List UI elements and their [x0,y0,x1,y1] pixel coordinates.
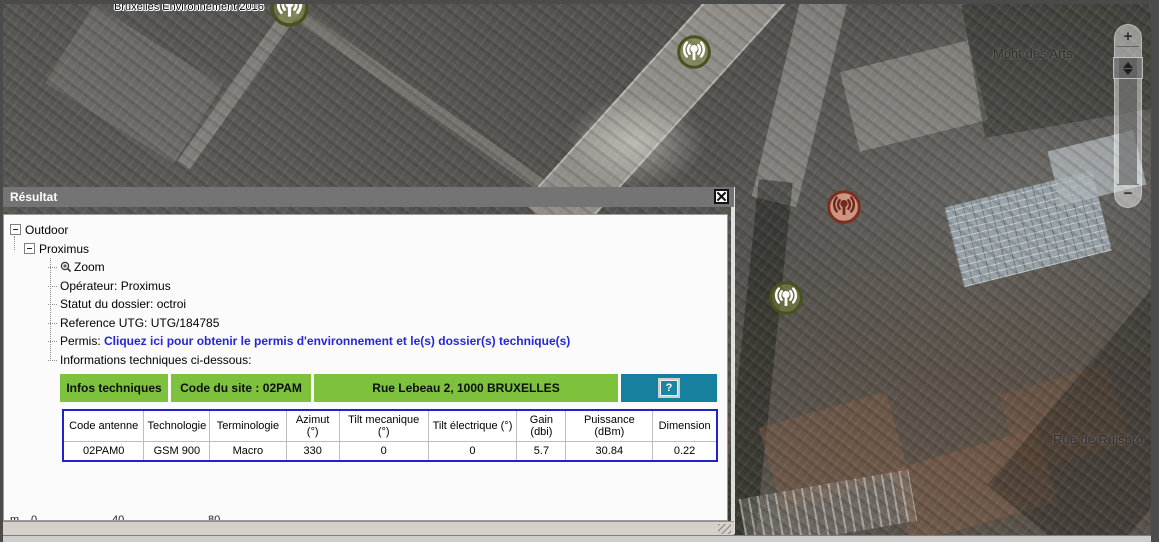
dialog-title: Résultat [10,190,57,204]
collapse-minus-icon[interactable] [24,243,35,254]
antenna-icon [269,0,310,28]
scale-tick: 0 [31,513,37,520]
table-row: 02PAM0 GSM 900 Macro 330 0 0 5.7 30.84 0… [63,442,717,462]
tree-item-operator: Opérateur: Proximus [4,277,727,296]
map-patch [890,429,1057,542]
cell-dimension: 0.22 [653,442,717,462]
dialog-titlebar[interactable]: Résultat [3,187,734,207]
cell-code-antenne: 02PAM0 [63,442,144,462]
permit-label: Permis: [60,334,101,348]
close-icon [716,191,727,202]
table-header-row: Code antenne Technologie Terminologie Az… [63,410,717,442]
cell-azimut: 330 [286,442,339,462]
column-header: Technologie [144,410,210,442]
map-patch [565,95,705,190]
antenna-icon [676,34,712,70]
map-patch [988,285,1159,542]
dialog-content: Outdoor Proximus Zoom Opérateur: Proximu… [3,214,728,521]
tree-item-reference: Reference UTG: UTG/184785 [4,314,727,333]
result-tree: Outdoor Proximus Zoom Opérateur: Proximu… [4,215,727,369]
tree-node-label: Outdoor [25,223,68,237]
antenna-icon [768,280,804,316]
status-value: Statut du dossier: octroi [60,297,186,311]
map-label-rue-de-ruisbroeck: Rue de Ruisbro [1053,432,1143,447]
info-label: Informations techniques ci-dessous: [60,353,251,367]
resize-grip[interactable] [718,524,731,534]
cell-tilt-electrique: 0 [428,442,517,462]
cell-gain: 5.7 [517,442,566,462]
tree-connector [50,258,51,359]
tree-node-outdoor[interactable]: Outdoor [4,221,727,240]
scale-tick: 80 [208,513,220,520]
zoom-slider-handle[interactable] [1113,57,1143,79]
zoom-out-button[interactable]: − [1117,184,1139,203]
operator-value: Opérateur: Proximus [60,279,171,293]
scale-tick: 40 [112,513,124,520]
map-patch [752,0,849,207]
tree-connector [14,236,15,250]
tree-node-proximus[interactable]: Proximus [4,240,727,259]
help-button[interactable]: ? [658,378,680,398]
tree-item-zoom[interactable]: Zoom [4,258,727,277]
result-dialog: Résultat Outdoor Proximus Zoom [3,187,734,534]
clipped-scale-bar: m 0 40 80 [4,513,424,520]
chevron-up-icon [1123,62,1133,68]
zoom-link-label: Zoom [74,260,105,274]
permit-link[interactable]: Cliquez ici pour obtenir le permis d'env… [104,334,570,348]
column-header: Tilt mecanique (°) [339,410,428,442]
column-header: Tilt électrique (°) [428,410,517,442]
map-attribution: Bruxelles Environnement 2016 [114,1,264,13]
column-header: Terminologie [210,410,286,442]
cell-tilt-mecanique: 0 [339,442,428,462]
magnifier-icon [60,261,72,273]
map-patch [291,7,544,190]
column-header: Gain (dbi) [517,410,566,442]
antenna-marker[interactable] [676,34,712,70]
reference-value: Reference UTG: UTG/184785 [60,316,219,330]
column-header: Dimension [653,410,717,442]
map-patch [999,364,1129,474]
map-patch [944,171,1111,287]
site-header-bar: Infos techniquesCode du site : 02PAMRue … [60,374,727,402]
antenna-marker-selected[interactable] [826,189,862,225]
collapse-minus-icon[interactable] [10,224,21,235]
app-window: Bruxelles Environnement 2016 Mont des Ar… [0,0,1159,542]
column-header: Azimut (°) [286,410,339,442]
chevron-down-icon [1123,69,1133,75]
site-header-infos: Infos techniques [60,374,168,402]
cell-terminologie: Macro [210,442,286,462]
scale-unit: m [10,513,19,520]
tree-node-label: Proximus [39,242,89,256]
antenna-marker[interactable] [768,280,804,316]
close-button[interactable] [714,189,729,204]
antenna-icon [826,189,862,225]
tree-item-status: Statut du dossier: octroi [4,295,727,314]
help-cell: ? [621,374,717,402]
antenna-marker[interactable] [269,0,310,28]
map-patch [178,0,341,169]
column-header: Puissance (dBm) [566,410,653,442]
tree-item-info: Informations techniques ci-dessous: [4,351,727,370]
map-patch [45,5,223,164]
map-patch [759,391,910,510]
map-label-mont-des-arts: Mont des Arts [993,46,1072,61]
column-header: Code antenne [63,410,144,442]
zoom-in-button[interactable]: + [1117,28,1139,47]
map-zoom-control: + − [1113,24,1143,208]
tree-item-permit: Permis: Cliquez ici pour obtenir le perm… [4,332,727,351]
site-header-code: Code du site : 02PAM [171,374,311,402]
site-header-address: Rue Lebeau 2, 1000 BRUXELLES [314,374,618,402]
cell-technologie: GSM 900 [144,442,210,462]
map-patch [739,469,917,542]
antenna-table: Code antenne Technologie Terminologie Az… [62,409,718,462]
dialog-statusbar [3,521,734,535]
cell-puissance: 30.84 [566,442,653,462]
map-patch [840,40,988,151]
